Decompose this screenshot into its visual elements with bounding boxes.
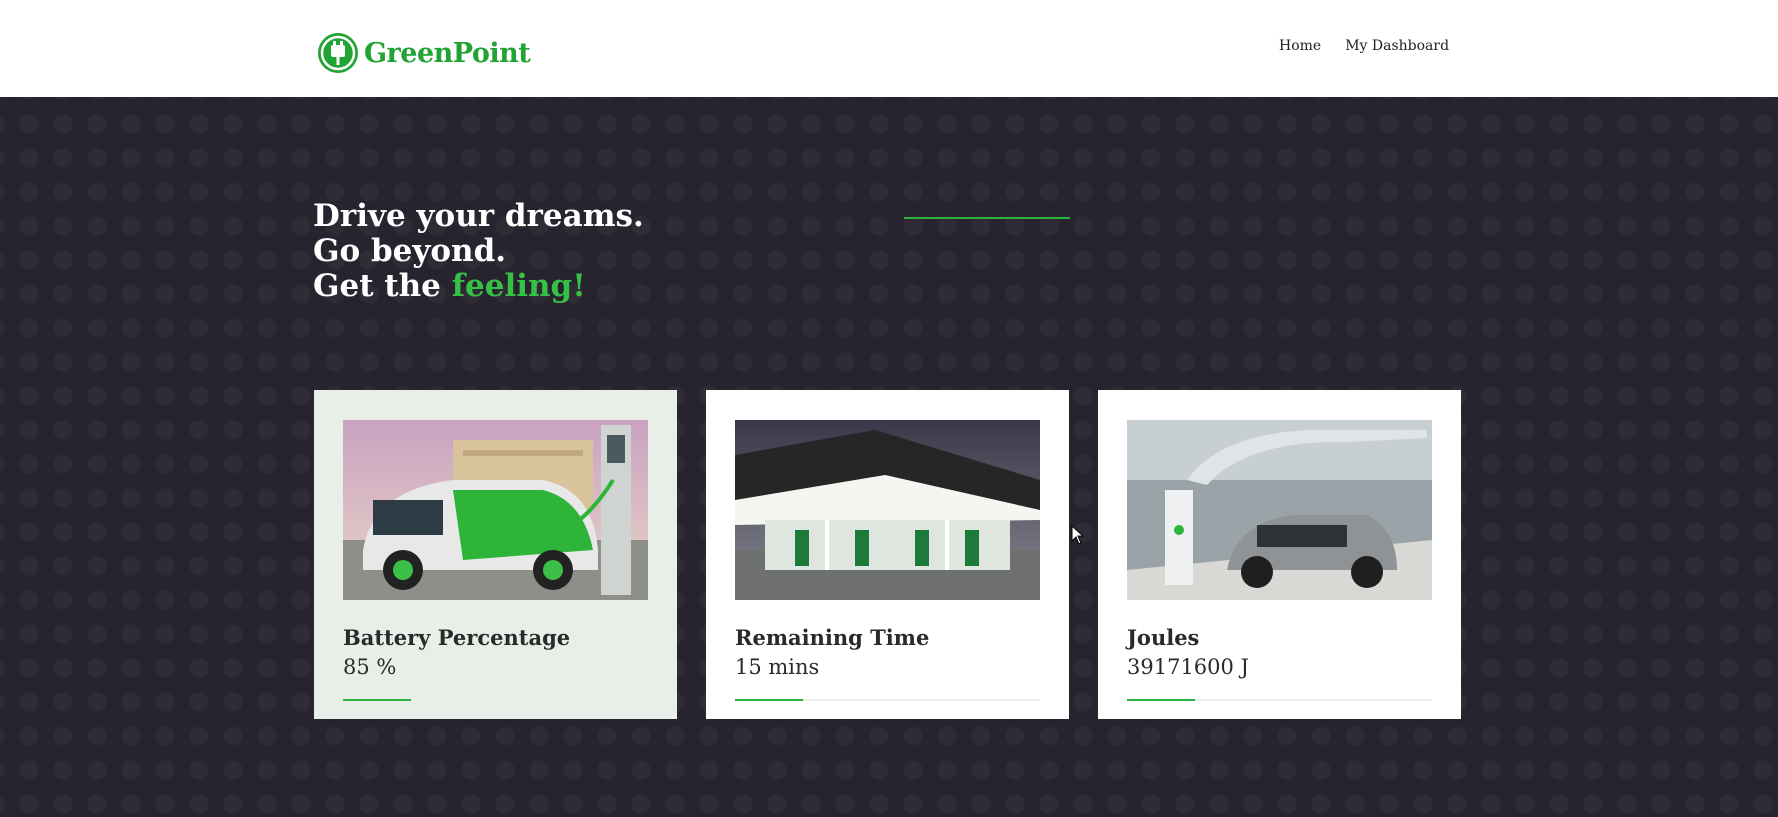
card-accent-bar xyxy=(343,699,411,701)
card-underline xyxy=(735,699,1040,701)
hero-section: Drive your dreams. Go beyond. Get the fe… xyxy=(0,97,1778,817)
ev-charging-station-image xyxy=(1127,420,1432,600)
card-title: Battery Percentage xyxy=(343,625,571,650)
electric-car-charging-image xyxy=(343,420,648,600)
stat-card-joules[interactable]: Joules 39171600 J xyxy=(1098,390,1461,719)
plug-logo-icon xyxy=(318,33,358,73)
headline-line-3: Get the feeling! xyxy=(313,269,644,304)
nav-home[interactable]: Home xyxy=(1279,38,1321,54)
card-underline xyxy=(343,699,648,701)
nav-my-dashboard[interactable]: My Dashboard xyxy=(1345,38,1449,54)
site-header: GreenPoint Home My Dashboard xyxy=(0,0,1778,97)
mouse-cursor-icon xyxy=(1071,524,1085,549)
brand-logo[interactable]: GreenPoint xyxy=(318,33,531,73)
card-value: 85 % xyxy=(343,655,397,679)
charging-station-image xyxy=(735,420,1040,600)
card-underline xyxy=(1127,699,1432,701)
stat-card-remaining-time[interactable]: Remaining Time 15 mins xyxy=(706,390,1069,719)
headline-line-1: Drive your dreams. xyxy=(313,198,644,234)
card-title: Remaining Time xyxy=(735,625,930,650)
hero-divider xyxy=(904,217,1070,219)
main-nav: Home My Dashboard xyxy=(1279,38,1449,54)
card-title: Joules xyxy=(1127,625,1200,650)
hero-headline: Drive your dreams. Go beyond. Get the fe… xyxy=(313,199,644,304)
headline-line-2: Go beyond. xyxy=(313,233,507,269)
card-value: 15 mins xyxy=(735,655,820,679)
headline-line-3-prefix: Get the xyxy=(313,268,452,304)
headline-accent: feeling! xyxy=(451,268,586,304)
stat-card-battery[interactable]: Battery Percentage 85 % xyxy=(314,390,677,719)
card-accent-bar xyxy=(735,699,803,701)
card-value: 39171600 J xyxy=(1127,655,1249,679)
card-accent-bar xyxy=(1127,699,1195,701)
brand-name: GreenPoint xyxy=(364,37,531,69)
